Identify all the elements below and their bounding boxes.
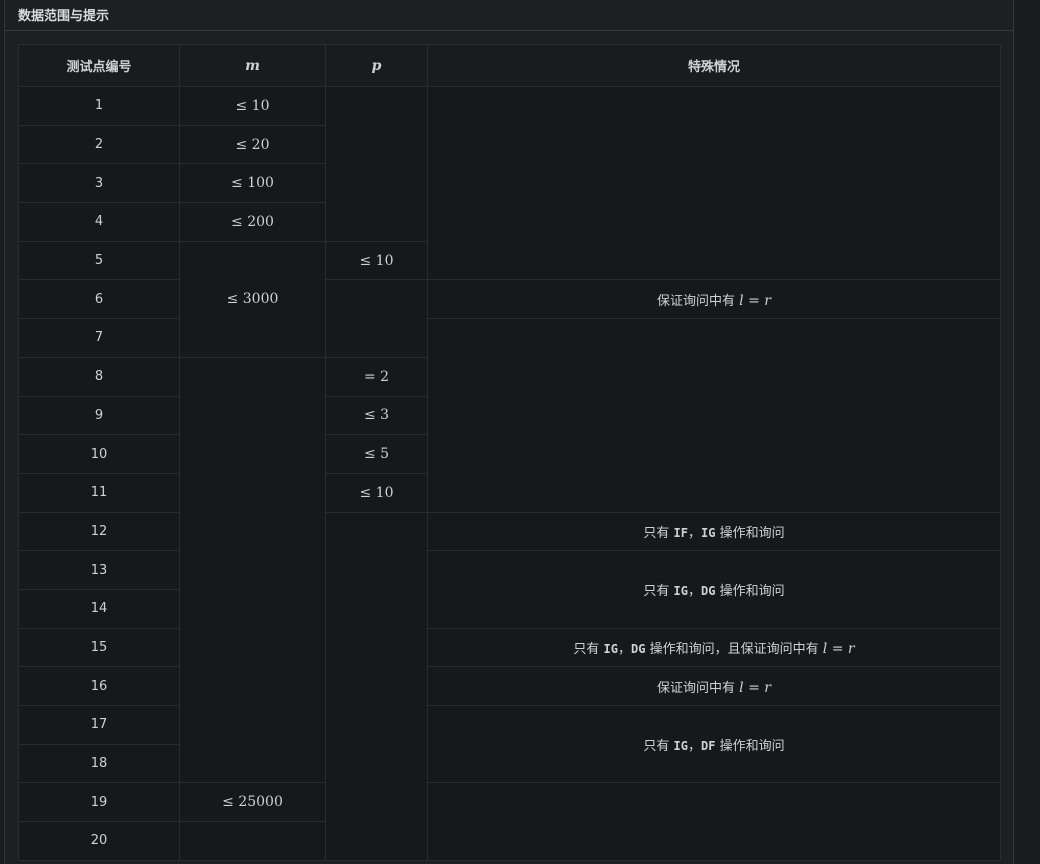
testcase-id: 2 [18, 124, 180, 165]
m-cell: ≤ 20 [179, 124, 326, 165]
p-cell: ≤ 10 [325, 240, 428, 281]
section-divider [5, 30, 1013, 31]
testcase-id: 7 [18, 318, 180, 358]
m-cell: ≤ 200 [179, 202, 326, 242]
special-cell: 只有 IG，DG 操作和询问，且保证询问中有 l = r [427, 627, 1001, 668]
page-scrollbar-track[interactable] [1016, 0, 1040, 864]
testcase-id: 1 [18, 86, 180, 126]
table-row: 1 ≤ 10 [18, 85, 1001, 281]
m-cell: ≤ 3000 [179, 240, 326, 358]
p-cell: = 2 [325, 356, 428, 397]
table-row: 17 只有 IG，DF 操作和询问 [18, 704, 1001, 784]
special-cell: 只有 IG，DG 操作和询问 [427, 550, 1001, 629]
table-row: 7 [18, 318, 1001, 513]
special-cell: 只有 IG，DF 操作和询问 [427, 704, 1001, 784]
testcase-id: 10 [18, 434, 180, 474]
special-cell: 只有 IF，IG 操作和询问 [427, 511, 1001, 552]
testcase-id: 16 [18, 666, 180, 706]
header-testcase-id: 测试点编号 [18, 44, 180, 87]
table-row: 6 保证询问中有 l = r [18, 279, 1001, 358]
p-cell-empty [325, 86, 428, 242]
table-row: 15 只有 IG，DG 操作和询问，且保证询问中有 l = r [18, 627, 1001, 668]
special-cell: 保证询问中有 l = r [427, 666, 1001, 706]
p-cell: ≤ 10 [325, 472, 428, 513]
testcase-id: 20 [18, 821, 180, 861]
m-cell: ≤ 25000 [179, 782, 326, 823]
p-cell-empty [325, 279, 428, 358]
header-p: p [325, 44, 428, 87]
testcase-id: 12 [18, 511, 180, 552]
testcase-id: 8 [18, 356, 180, 397]
special-cell-empty [427, 85, 1001, 281]
p-cell: ≤ 5 [325, 434, 428, 474]
testcase-id: 18 [18, 743, 180, 784]
testcase-id: 14 [18, 588, 180, 629]
header-special-case: 特殊情况 [427, 44, 1001, 87]
table-row: 19 ≤ 25000 [18, 782, 1001, 861]
testcase-id: 19 [18, 782, 180, 823]
special-cell-empty [427, 782, 1001, 861]
special-cell-empty [427, 318, 1001, 513]
m-cell-empty [179, 821, 326, 861]
p-cell: ≤ 3 [325, 395, 428, 436]
testcase-id: 15 [18, 627, 180, 668]
testcase-id: 17 [18, 705, 180, 745]
testcase-id: 4 [18, 202, 180, 242]
testcase-id: 5 [18, 240, 180, 281]
testcase-id: 13 [18, 550, 180, 590]
table-row: 16 保证询问中有 l = r [18, 666, 1001, 706]
table-row: 13 只有 IG，DG 操作和询问 [18, 550, 1001, 629]
m-cell: ≤ 10 [179, 86, 326, 126]
m-cell-empty [179, 356, 326, 784]
section-title: 数据范围与提示 [18, 9, 110, 24]
testcase-id: 6 [18, 279, 180, 320]
data-range-section: 数据范围与提示 测试点编号 m p 特殊情况 1 ≤ 10 2 ≤ 20 3 ≤… [4, 0, 1014, 864]
header-m: m [179, 44, 326, 87]
m-cell: ≤ 100 [179, 163, 326, 204]
p-cell-empty [325, 511, 428, 861]
table-header-row: 测试点编号 m p 特殊情况 [18, 44, 1001, 87]
testcase-id: 3 [18, 163, 180, 204]
testcase-id: 11 [18, 472, 180, 513]
testcase-id: 9 [18, 395, 180, 436]
table-row: 12 只有 IF，IG 操作和询问 [18, 511, 1001, 861]
data-range-table: 测试点编号 m p 特殊情况 1 ≤ 10 2 ≤ 20 3 ≤ 100 4 ≤… [18, 44, 1001, 861]
special-cell: 保证询问中有 l = r [427, 279, 1001, 320]
